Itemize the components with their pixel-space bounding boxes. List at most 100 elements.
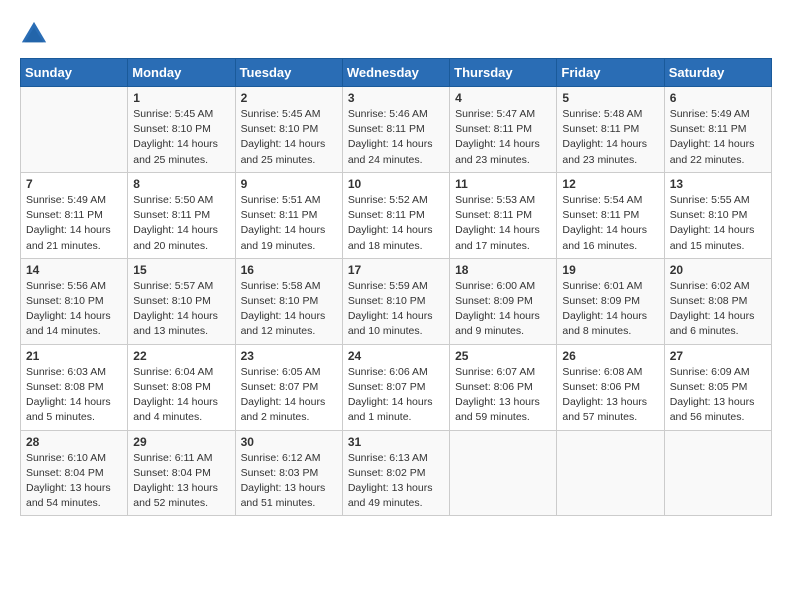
calendar-cell: 15 Sunrise: 5:57 AM Sunset: 8:10 PM Dayli… xyxy=(128,258,235,344)
day-number: 8 xyxy=(133,177,229,191)
calendar-week-2: 7 Sunrise: 5:49 AM Sunset: 8:11 PM Daylig… xyxy=(21,172,772,258)
day-info: Sunrise: 5:45 AM Sunset: 8:10 PM Dayligh… xyxy=(241,107,337,168)
calendar-cell: 23 Sunrise: 6:05 AM Sunset: 8:07 PM Dayli… xyxy=(235,344,342,430)
day-number: 17 xyxy=(348,263,444,277)
calendar-cell: 5 Sunrise: 5:48 AM Sunset: 8:11 PM Daylig… xyxy=(557,87,664,173)
day-info: Sunrise: 6:11 AM Sunset: 8:04 PM Dayligh… xyxy=(133,451,229,512)
day-info: Sunrise: 5:52 AM Sunset: 8:11 PM Dayligh… xyxy=(348,193,444,254)
weekday-header-row: SundayMondayTuesdayWednesdayThursdayFrid… xyxy=(21,59,772,87)
day-info: Sunrise: 5:49 AM Sunset: 8:11 PM Dayligh… xyxy=(670,107,766,168)
day-number: 7 xyxy=(26,177,122,191)
weekday-header-friday: Friday xyxy=(557,59,664,87)
weekday-header-monday: Monday xyxy=(128,59,235,87)
day-number: 10 xyxy=(348,177,444,191)
day-number: 2 xyxy=(241,91,337,105)
calendar-cell: 11 Sunrise: 5:53 AM Sunset: 8:11 PM Dayli… xyxy=(450,172,557,258)
day-info: Sunrise: 6:10 AM Sunset: 8:04 PM Dayligh… xyxy=(26,451,122,512)
calendar-cell: 2 Sunrise: 5:45 AM Sunset: 8:10 PM Daylig… xyxy=(235,87,342,173)
day-number: 14 xyxy=(26,263,122,277)
day-number: 18 xyxy=(455,263,551,277)
day-info: Sunrise: 6:03 AM Sunset: 8:08 PM Dayligh… xyxy=(26,365,122,426)
logo-icon xyxy=(20,20,48,48)
day-number: 4 xyxy=(455,91,551,105)
day-number: 29 xyxy=(133,435,229,449)
calendar-cell xyxy=(664,430,771,516)
calendar-cell: 6 Sunrise: 5:49 AM Sunset: 8:11 PM Daylig… xyxy=(664,87,771,173)
calendar-cell: 12 Sunrise: 5:54 AM Sunset: 8:11 PM Dayli… xyxy=(557,172,664,258)
calendar-cell: 7 Sunrise: 5:49 AM Sunset: 8:11 PM Daylig… xyxy=(21,172,128,258)
day-number: 11 xyxy=(455,177,551,191)
day-info: Sunrise: 6:01 AM Sunset: 8:09 PM Dayligh… xyxy=(562,279,658,340)
day-info: Sunrise: 5:53 AM Sunset: 8:11 PM Dayligh… xyxy=(455,193,551,254)
day-number: 5 xyxy=(562,91,658,105)
day-number: 15 xyxy=(133,263,229,277)
calendar-cell: 4Sunrise: 5:47 AM Sunset: 8:11 PM Daylig… xyxy=(450,87,557,173)
calendar-cell: 31 Sunrise: 6:13 AM Sunset: 8:02 PM Dayli… xyxy=(342,430,449,516)
day-number: 26 xyxy=(562,349,658,363)
calendar-cell: 9Sunrise: 5:51 AM Sunset: 8:11 PM Daylig… xyxy=(235,172,342,258)
day-number: 23 xyxy=(241,349,337,363)
day-info: Sunrise: 5:54 AM Sunset: 8:11 PM Dayligh… xyxy=(562,193,658,254)
calendar-cell: 21 Sunrise: 6:03 AM Sunset: 8:08 PM Dayli… xyxy=(21,344,128,430)
calendar-cell: 1Sunrise: 5:45 AM Sunset: 8:10 PM Daylig… xyxy=(128,87,235,173)
day-number: 20 xyxy=(670,263,766,277)
day-info: Sunrise: 5:45 AM Sunset: 8:10 PM Dayligh… xyxy=(133,107,229,168)
calendar-cell xyxy=(450,430,557,516)
day-info: Sunrise: 6:08 AM Sunset: 8:06 PM Dayligh… xyxy=(562,365,658,426)
day-number: 12 xyxy=(562,177,658,191)
calendar-cell: 8 Sunrise: 5:50 AM Sunset: 8:11 PM Daylig… xyxy=(128,172,235,258)
calendar-cell: 13 Sunrise: 5:55 AM Sunset: 8:10 PM Dayli… xyxy=(664,172,771,258)
day-info: Sunrise: 6:13 AM Sunset: 8:02 PM Dayligh… xyxy=(348,451,444,512)
calendar-cell: 28 Sunrise: 6:10 AM Sunset: 8:04 PM Dayli… xyxy=(21,430,128,516)
day-info: Sunrise: 6:12 AM Sunset: 8:03 PM Dayligh… xyxy=(241,451,337,512)
calendar-cell: 3 Sunrise: 5:46 AM Sunset: 8:11 PM Daylig… xyxy=(342,87,449,173)
day-number: 3 xyxy=(348,91,444,105)
day-info: Sunrise: 5:48 AM Sunset: 8:11 PM Dayligh… xyxy=(562,107,658,168)
calendar-cell: 30 Sunrise: 6:12 AM Sunset: 8:03 PM Dayli… xyxy=(235,430,342,516)
day-info: Sunrise: 6:02 AM Sunset: 8:08 PM Dayligh… xyxy=(670,279,766,340)
day-info: Sunrise: 6:05 AM Sunset: 8:07 PM Dayligh… xyxy=(241,365,337,426)
day-number: 16 xyxy=(241,263,337,277)
day-info: Sunrise: 5:50 AM Sunset: 8:11 PM Dayligh… xyxy=(133,193,229,254)
calendar-cell: 26 Sunrise: 6:08 AM Sunset: 8:06 PM Dayli… xyxy=(557,344,664,430)
day-info: Sunrise: 5:51 AM Sunset: 8:11 PM Dayligh… xyxy=(241,193,337,254)
weekday-header-saturday: Saturday xyxy=(664,59,771,87)
day-number: 21 xyxy=(26,349,122,363)
calendar-cell: 29 Sunrise: 6:11 AM Sunset: 8:04 PM Dayli… xyxy=(128,430,235,516)
calendar-cell: 19 Sunrise: 6:01 AM Sunset: 8:09 PM Dayli… xyxy=(557,258,664,344)
day-number: 22 xyxy=(133,349,229,363)
calendar-cell: 18Sunrise: 6:00 AM Sunset: 8:09 PM Dayli… xyxy=(450,258,557,344)
calendar-cell: 20 Sunrise: 6:02 AM Sunset: 8:08 PM Dayli… xyxy=(664,258,771,344)
day-number: 13 xyxy=(670,177,766,191)
calendar-cell: 22 Sunrise: 6:04 AM Sunset: 8:08 PM Dayli… xyxy=(128,344,235,430)
calendar-cell: 10 Sunrise: 5:52 AM Sunset: 8:11 PM Dayli… xyxy=(342,172,449,258)
day-number: 28 xyxy=(26,435,122,449)
calendar-week-1: 1Sunrise: 5:45 AM Sunset: 8:10 PM Daylig… xyxy=(21,87,772,173)
weekday-header-thursday: Thursday xyxy=(450,59,557,87)
calendar-cell xyxy=(557,430,664,516)
day-number: 19 xyxy=(562,263,658,277)
logo xyxy=(20,20,52,48)
day-info: Sunrise: 5:59 AM Sunset: 8:10 PM Dayligh… xyxy=(348,279,444,340)
day-number: 24 xyxy=(348,349,444,363)
day-info: Sunrise: 5:46 AM Sunset: 8:11 PM Dayligh… xyxy=(348,107,444,168)
day-info: Sunrise: 5:49 AM Sunset: 8:11 PM Dayligh… xyxy=(26,193,122,254)
day-number: 27 xyxy=(670,349,766,363)
calendar-week-3: 14 Sunrise: 5:56 AM Sunset: 8:10 PM Dayli… xyxy=(21,258,772,344)
calendar-cell: 14 Sunrise: 5:56 AM Sunset: 8:10 PM Dayli… xyxy=(21,258,128,344)
day-number: 30 xyxy=(241,435,337,449)
day-info: Sunrise: 5:58 AM Sunset: 8:10 PM Dayligh… xyxy=(241,279,337,340)
day-info: Sunrise: 5:56 AM Sunset: 8:10 PM Dayligh… xyxy=(26,279,122,340)
day-info: Sunrise: 5:57 AM Sunset: 8:10 PM Dayligh… xyxy=(133,279,229,340)
calendar-cell: 17 Sunrise: 5:59 AM Sunset: 8:10 PM Dayli… xyxy=(342,258,449,344)
day-info: Sunrise: 6:09 AM Sunset: 8:05 PM Dayligh… xyxy=(670,365,766,426)
day-number: 31 xyxy=(348,435,444,449)
day-info: Sunrise: 6:06 AM Sunset: 8:07 PM Dayligh… xyxy=(348,365,444,426)
day-number: 6 xyxy=(670,91,766,105)
calendar-week-5: 28 Sunrise: 6:10 AM Sunset: 8:04 PM Dayli… xyxy=(21,430,772,516)
calendar-week-4: 21 Sunrise: 6:03 AM Sunset: 8:08 PM Dayli… xyxy=(21,344,772,430)
calendar-cell: 27 Sunrise: 6:09 AM Sunset: 8:05 PM Dayli… xyxy=(664,344,771,430)
weekday-header-wednesday: Wednesday xyxy=(342,59,449,87)
day-info: Sunrise: 6:04 AM Sunset: 8:08 PM Dayligh… xyxy=(133,365,229,426)
day-info: Sunrise: 5:55 AM Sunset: 8:10 PM Dayligh… xyxy=(670,193,766,254)
